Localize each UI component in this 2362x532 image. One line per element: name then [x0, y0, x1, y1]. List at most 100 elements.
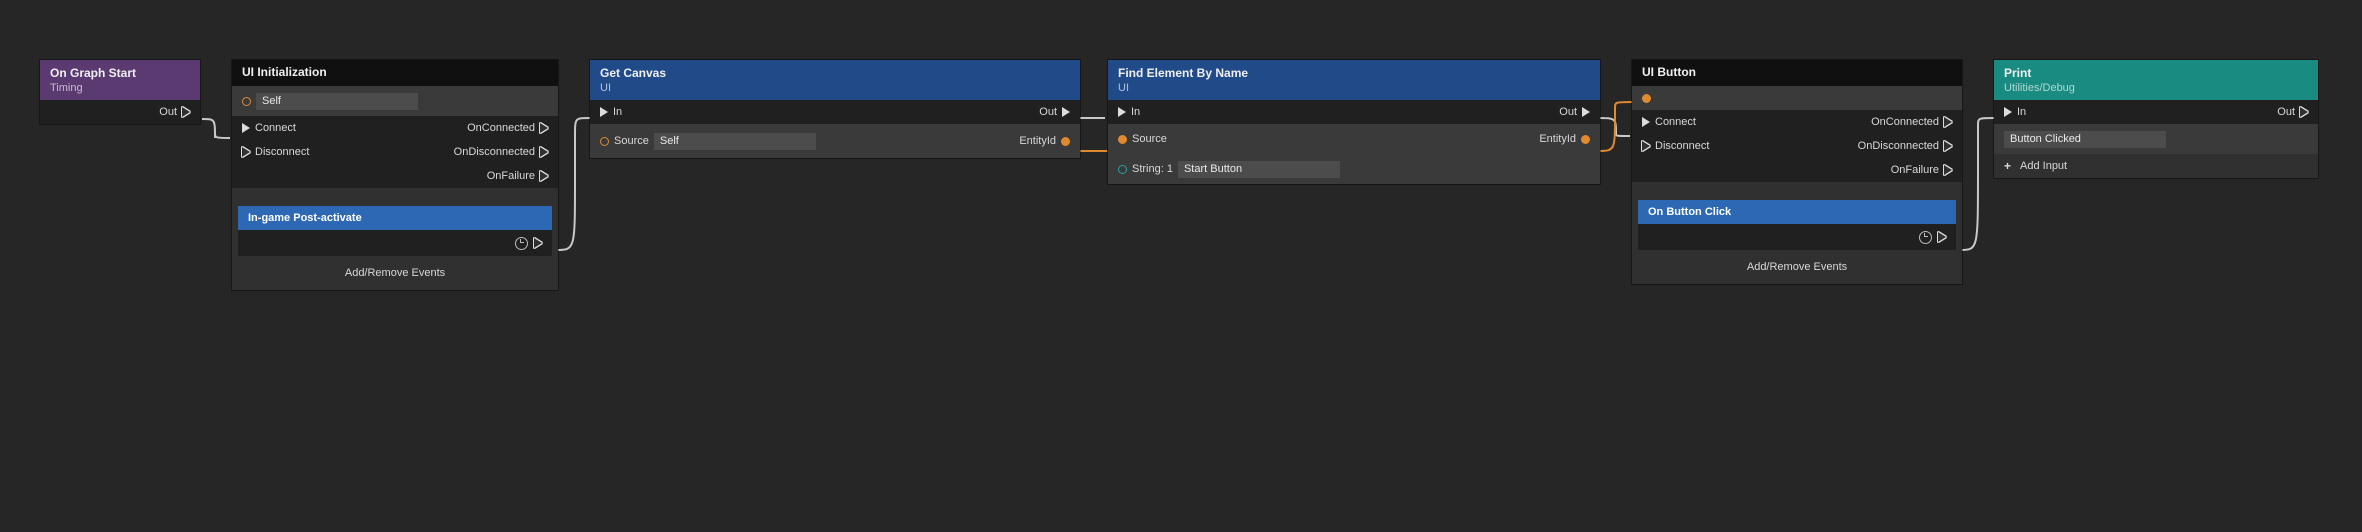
node-subtitle: UI — [1118, 82, 1590, 96]
node-header[interactable]: UI Button — [1632, 60, 1962, 86]
self-pin-icon[interactable] — [242, 97, 251, 106]
exec-out-icon[interactable] — [1582, 107, 1590, 117]
onconnected-label: OnConnected — [1871, 116, 1939, 128]
onfailure-label: OnFailure — [487, 170, 535, 182]
exec-out-icon[interactable] — [540, 123, 548, 133]
in-out-row: In Out — [590, 100, 1080, 124]
port-label-out: Out — [2277, 106, 2295, 118]
node-header[interactable]: On Graph Start Timing — [40, 60, 200, 100]
node-on-graph-start[interactable]: On Graph Start Timing Out — [40, 60, 200, 124]
exec-out-icon[interactable] — [1944, 117, 1952, 127]
node-find-element-by-name[interactable]: Find Element By Name UI In Out Source En… — [1108, 60, 1600, 184]
entity-in-row — [1632, 86, 1962, 110]
node-header[interactable]: UI Initialization — [232, 60, 558, 86]
port-row-out[interactable]: Out — [40, 100, 200, 124]
event-output-row — [238, 230, 552, 256]
exec-in-icon[interactable] — [1642, 141, 1650, 151]
entityid-pin-icon[interactable] — [1581, 135, 1590, 144]
entityid-label: EntityId — [1539, 133, 1576, 145]
event-band[interactable]: On Button Click — [1638, 200, 1956, 224]
source-pin-icon[interactable] — [600, 137, 609, 146]
string-input[interactable] — [1178, 161, 1340, 178]
connect-row: Connect OnConnected — [232, 116, 558, 140]
port-label-in: In — [1131, 106, 1140, 118]
node-ui-initialization[interactable]: UI Initialization Connect OnConnected Di… — [232, 60, 558, 290]
node-title: UI Button — [1642, 65, 1952, 80]
onfailure-label: OnFailure — [1891, 164, 1939, 176]
node-header[interactable]: Find Element By Name UI — [1108, 60, 1600, 100]
exec-in-icon[interactable] — [242, 123, 250, 133]
node-print[interactable]: Print Utilities/Debug In Out + Add Input — [1994, 60, 2318, 178]
string-pin-icon[interactable] — [1118, 165, 1127, 174]
event-exec-icon[interactable] — [1938, 232, 1946, 242]
ondisconnected-label: OnDisconnected — [454, 146, 535, 158]
port-label-in: In — [2017, 106, 2026, 118]
string-label: String: 1 — [1132, 163, 1173, 175]
self-input[interactable] — [256, 93, 418, 110]
node-get-canvas[interactable]: Get Canvas UI In Out Source EntityId — [590, 60, 1080, 158]
node-subtitle: Utilities/Debug — [2004, 82, 2308, 96]
footer-label: Add/Remove Events — [345, 267, 445, 279]
node-subtitle: UI — [600, 82, 1070, 96]
onconnected-label: OnConnected — [467, 122, 535, 134]
event-name: In-game Post-activate — [248, 212, 362, 224]
source-label: Source — [614, 135, 649, 147]
node-title: On Graph Start — [50, 66, 190, 81]
node-subtitle: Timing — [50, 82, 190, 96]
exec-out-icon[interactable] — [1944, 165, 1952, 175]
onfailure-row: OnFailure — [1632, 158, 1962, 182]
add-input-label: Add Input — [2020, 160, 2067, 172]
source-row: Source EntityId — [590, 124, 1080, 158]
node-ui-button[interactable]: UI Button Connect OnConnected Disconnect… — [1632, 60, 1962, 284]
node-header[interactable]: Print Utilities/Debug — [1994, 60, 2318, 100]
self-row — [232, 86, 558, 116]
connect-row: Connect OnConnected — [1632, 110, 1962, 134]
node-title: Get Canvas — [600, 66, 1070, 81]
exec-out-icon[interactable] — [2300, 107, 2308, 117]
exec-out-icon[interactable] — [182, 107, 190, 117]
connect-label: Connect — [255, 122, 296, 134]
exec-out-icon[interactable] — [1944, 141, 1952, 151]
in-out-row: In Out — [1994, 100, 2318, 124]
port-label-out: Out — [1559, 106, 1577, 118]
footer-label: Add/Remove Events — [1747, 261, 1847, 273]
node-title: Print — [2004, 66, 2308, 81]
add-remove-events[interactable]: Add/Remove Events — [1632, 250, 1962, 284]
source-input[interactable] — [654, 133, 816, 150]
value-row — [1994, 124, 2318, 154]
exec-out-icon[interactable] — [1062, 107, 1070, 117]
entity-in-pin-icon[interactable] — [1642, 94, 1651, 103]
value-input[interactable] — [2004, 131, 2166, 148]
exec-out-icon[interactable] — [540, 147, 548, 157]
event-name: On Button Click — [1648, 206, 1731, 218]
exec-in-icon[interactable] — [1642, 117, 1650, 127]
exec-in-icon[interactable] — [600, 107, 608, 117]
event-band[interactable]: In-game Post-activate — [238, 206, 552, 230]
entityid-label: EntityId — [1019, 135, 1056, 147]
exec-out-icon[interactable] — [540, 171, 548, 181]
disconnect-row: Disconnect OnDisconnected — [1632, 134, 1962, 158]
source-row: Source EntityId — [1108, 124, 1600, 154]
port-label-in: In — [613, 106, 622, 118]
exec-in-icon[interactable] — [1118, 107, 1126, 117]
add-input-row[interactable]: + Add Input — [1994, 154, 2318, 178]
disconnect-label: Disconnect — [1655, 140, 1709, 152]
disconnect-label: Disconnect — [255, 146, 309, 158]
port-label-out: Out — [1039, 106, 1057, 118]
ondisconnected-label: OnDisconnected — [1858, 140, 1939, 152]
disconnect-row: Disconnect OnDisconnected — [232, 140, 558, 164]
source-pin-icon[interactable] — [1118, 135, 1127, 144]
onfailure-row: OnFailure — [232, 164, 558, 188]
node-title: Find Element By Name — [1118, 66, 1590, 81]
node-header[interactable]: Get Canvas UI — [590, 60, 1080, 100]
clock-icon — [515, 237, 528, 250]
clock-icon — [1919, 231, 1932, 244]
connect-label: Connect — [1655, 116, 1696, 128]
add-remove-events[interactable]: Add/Remove Events — [232, 256, 558, 290]
entityid-pin-icon[interactable] — [1061, 137, 1070, 146]
event-exec-icon[interactable] — [534, 238, 542, 248]
plus-icon: + — [2004, 159, 2011, 173]
exec-in-icon[interactable] — [242, 147, 250, 157]
event-output-row — [1638, 224, 1956, 250]
exec-in-icon[interactable] — [2004, 107, 2012, 117]
